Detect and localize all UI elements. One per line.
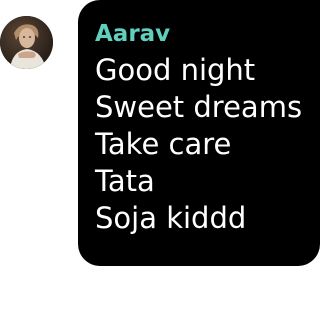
message-line: Tata bbox=[95, 164, 155, 198]
sender-name[interactable]: Aarav bbox=[95, 19, 320, 49]
message-line: Soja kiddd bbox=[95, 201, 247, 235]
profile-photo-icon bbox=[0, 16, 53, 69]
message-line: Good night bbox=[95, 53, 256, 87]
message-text: Good night Sweet dreams Take care Tata S… bbox=[95, 52, 320, 237]
message-line: Sweet dreams bbox=[95, 90, 303, 124]
message-bubble[interactable]: Aarav Good night Sweet dreams Take care … bbox=[78, 0, 320, 266]
sender-avatar[interactable] bbox=[0, 16, 53, 69]
message-line: Take care bbox=[95, 127, 232, 161]
